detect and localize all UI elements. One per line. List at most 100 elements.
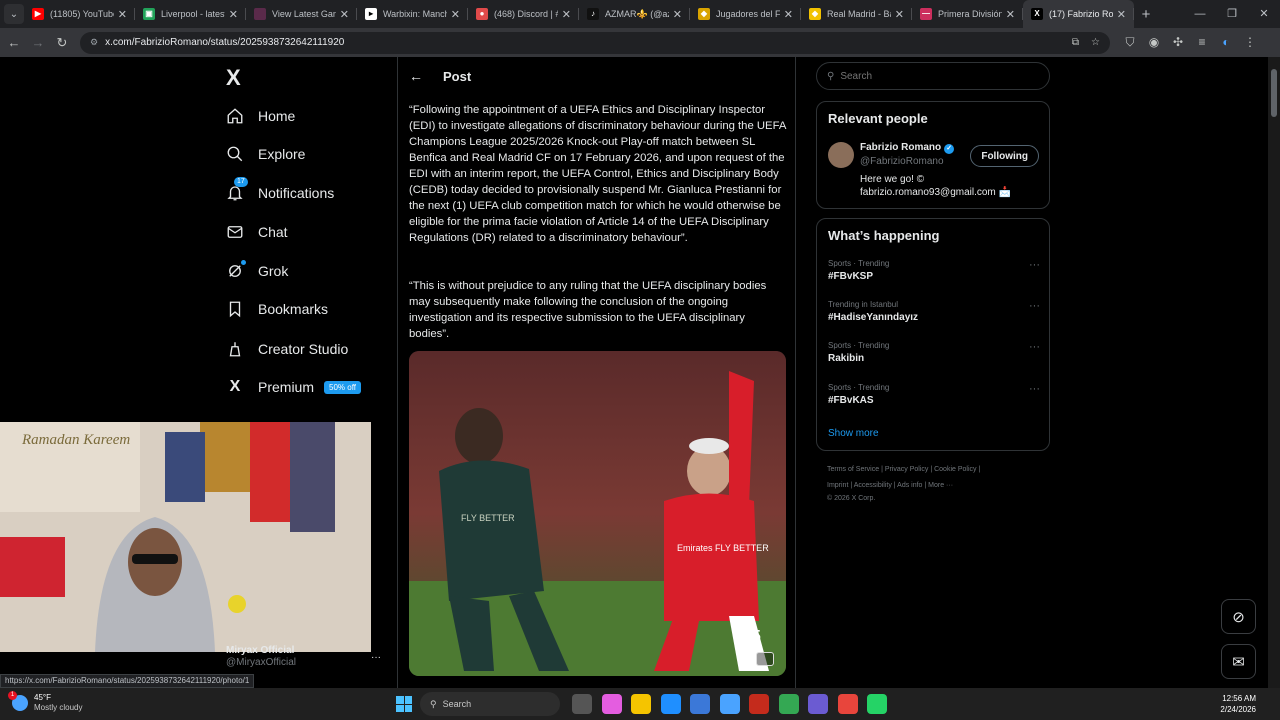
new-tab-button[interactable]: + [1134, 6, 1158, 23]
nav-creator-studio[interactable]: Creator Studio [226, 333, 348, 365]
nav-bookmarks[interactable]: Bookmarks [226, 293, 328, 325]
tab-close-icon[interactable]: ✕ [340, 8, 349, 21]
nav-explore[interactable]: Explore [226, 138, 305, 170]
taskbar-app-icon[interactable] [837, 694, 858, 714]
site-info-icon[interactable]: ⚙ [90, 37, 98, 48]
clock[interactable]: 12:56 AM 2/24/2026 [1220, 693, 1256, 715]
tab-close-icon[interactable]: ✕ [562, 8, 571, 21]
back-icon[interactable]: ← [2, 35, 26, 50]
browser-tab[interactable]: ◆ Real Madrid - Ban ✕ [801, 0, 912, 28]
taskbar-app-icon[interactable] [601, 694, 622, 714]
search-input[interactable] [840, 70, 1021, 82]
restore-icon[interactable]: ❐ [1216, 0, 1248, 28]
tab-favicon-icon: ▣ [143, 8, 155, 20]
taskbar-app-icon[interactable] [719, 694, 740, 714]
reload-icon[interactable]: ↻ [50, 35, 74, 51]
x-logo[interactable]: X [226, 65, 241, 91]
taskbar-app-icon[interactable] [631, 694, 651, 714]
nav-premium[interactable]: X Premium 50% off [226, 371, 361, 403]
more-icon[interactable]: ··· [1029, 341, 1040, 353]
tab-title: AZMAR⚜️ (@azm [605, 8, 669, 19]
browser-toolbar: ← → ↻ ⚙ x.com/FabrizioRomano/status/2025… [0, 28, 1280, 57]
browser-tab[interactable]: ▸ Warbixin: Manche ✕ [357, 0, 468, 28]
trend-item[interactable]: Sports · Trending #FBvKSP ··· [828, 259, 1040, 282]
start-button[interactable] [396, 696, 412, 712]
tab-close-icon[interactable]: ✕ [1006, 8, 1015, 21]
tab-title: Primera División [938, 9, 1002, 19]
browser-tab[interactable]: ▶ (11805) YouTube ✕ [24, 0, 135, 28]
scrollbar-thumb[interactable] [1271, 69, 1277, 117]
browser-tab[interactable]: — Primera División ✕ [912, 0, 1023, 28]
image-options-icon[interactable] [756, 652, 774, 666]
tab-close-icon[interactable]: ✕ [784, 8, 793, 21]
post-image[interactable]: FLY BETTER Emirates FLY BETTER 25 [409, 351, 786, 676]
search-box[interactable]: ⚲ [816, 62, 1050, 90]
footer-line-1[interactable]: Terms of Service | Privacy Policy | Cook… [827, 462, 1027, 478]
minimize-icon[interactable]: — [1184, 0, 1216, 28]
nav-home[interactable]: Home [226, 100, 295, 132]
following-button[interactable]: Following [970, 145, 1039, 167]
address-bar[interactable]: ⚙ x.com/FabrizioRomano/status/2025938732… [80, 31, 1110, 54]
close-window-icon[interactable]: ✕ [1248, 0, 1280, 28]
footer-links: Terms of Service | Privacy Policy | Cook… [827, 462, 1027, 504]
forward-icon[interactable]: → [26, 35, 50, 50]
trend-item[interactable]: Sports · Trending Rakibin ··· [828, 341, 1040, 364]
taskbar-app-icon[interactable] [660, 694, 681, 714]
creator-studio-icon [226, 340, 244, 358]
tab-close-icon[interactable]: ✕ [1117, 8, 1126, 21]
nav-notifications[interactable]: 17 Notifications [226, 177, 334, 209]
taskbar-app-icon[interactable] [778, 694, 799, 714]
page-scrollbar[interactable] [1268, 57, 1280, 688]
tab-search-button[interactable]: ⌄ [4, 4, 24, 24]
search-icon: ⚲ [827, 70, 835, 82]
reading-list-icon[interactable]: ≡ [1190, 35, 1214, 50]
browser-tab[interactable]: View Latest Game ✕ [246, 0, 357, 28]
taskbar-app-icon[interactable] [690, 694, 710, 714]
nav-grok[interactable]: Grok [226, 255, 288, 287]
account-switcher[interactable]: Miryax Official @MiryaxOfficial [226, 645, 296, 668]
tab-title: Liverpool - latest [161, 9, 225, 19]
more-icon[interactable]: ··· [1029, 259, 1040, 271]
tab-close-icon[interactable]: ✕ [451, 8, 460, 21]
footer-line-2[interactable]: Imprint | Accessibility | Ads info | Mor… [827, 478, 1027, 494]
trend-meta: Trending in Istanbul [828, 300, 898, 309]
browser-tab[interactable]: ▣ Liverpool - latest ✕ [135, 0, 246, 28]
taskbar-app-icon[interactable] [572, 694, 592, 714]
browser-tab[interactable]: X (17) Fabrizio Rom ✕ [1023, 0, 1134, 28]
tab-close-icon[interactable]: ✕ [118, 8, 127, 21]
taskbar-app-icon[interactable] [867, 694, 887, 714]
trend-item[interactable]: Sports · Trending #FBvKAS ··· [828, 383, 1040, 406]
account-more-icon[interactable]: ··· [371, 652, 381, 663]
show-more-link[interactable]: Show more [828, 428, 879, 439]
messages-fab-button[interactable]: ✉ [1221, 644, 1256, 679]
weather-widget[interactable]: 1 45°F Mostly cloudy [8, 691, 82, 713]
more-icon[interactable]: ··· [1029, 383, 1040, 395]
tab-close-icon[interactable]: ✕ [895, 8, 904, 21]
tab-close-icon[interactable]: ✕ [229, 8, 238, 21]
taskbar-app-icon[interactable] [808, 694, 828, 714]
browser-tab[interactable]: ◆ Jugadores del FC B ✕ [690, 0, 801, 28]
extension-icon[interactable]: ◉ [1142, 35, 1166, 50]
nav-chat[interactable]: Chat [226, 216, 288, 248]
trend-name: Rakibin [828, 353, 865, 364]
trend-item[interactable]: Trending in Istanbul #HadiseYanındayız ·… [828, 300, 1040, 323]
browser-tab[interactable]: ● (468) Discord | # ✕ [468, 0, 579, 28]
nav-label: Explore [258, 146, 306, 162]
person-name[interactable]: Fabrizio Romano ✓ [860, 142, 955, 154]
whats-happening-card: What’s happening Sports · Trending #FBvK… [816, 218, 1050, 451]
back-arrow-icon[interactable]: ← [409, 68, 443, 84]
bookmark-star-icon[interactable]: ☆ [1091, 37, 1100, 48]
taskbar-search[interactable]: ⚲ Search [420, 692, 560, 716]
menu-icon[interactable]: ⋮ [1238, 35, 1262, 50]
avatar[interactable] [828, 142, 854, 168]
taskbar-app-icon[interactable] [749, 694, 769, 714]
tab-close-icon[interactable]: ✕ [673, 8, 682, 21]
puzzle-icon[interactable]: ✣ [1166, 35, 1190, 50]
grok-fab-button[interactable]: ⊘ [1221, 599, 1256, 634]
profile-icon[interactable]: ◐ [1214, 35, 1238, 50]
browser-tab[interactable]: ♪ AZMAR⚜️ (@azm ✕ [579, 0, 690, 28]
shield-icon[interactable]: ⛉ [1118, 35, 1142, 50]
more-icon[interactable]: ··· [1029, 300, 1040, 312]
install-icon[interactable]: ⧉ [1072, 37, 1079, 48]
home-icon [226, 107, 244, 125]
